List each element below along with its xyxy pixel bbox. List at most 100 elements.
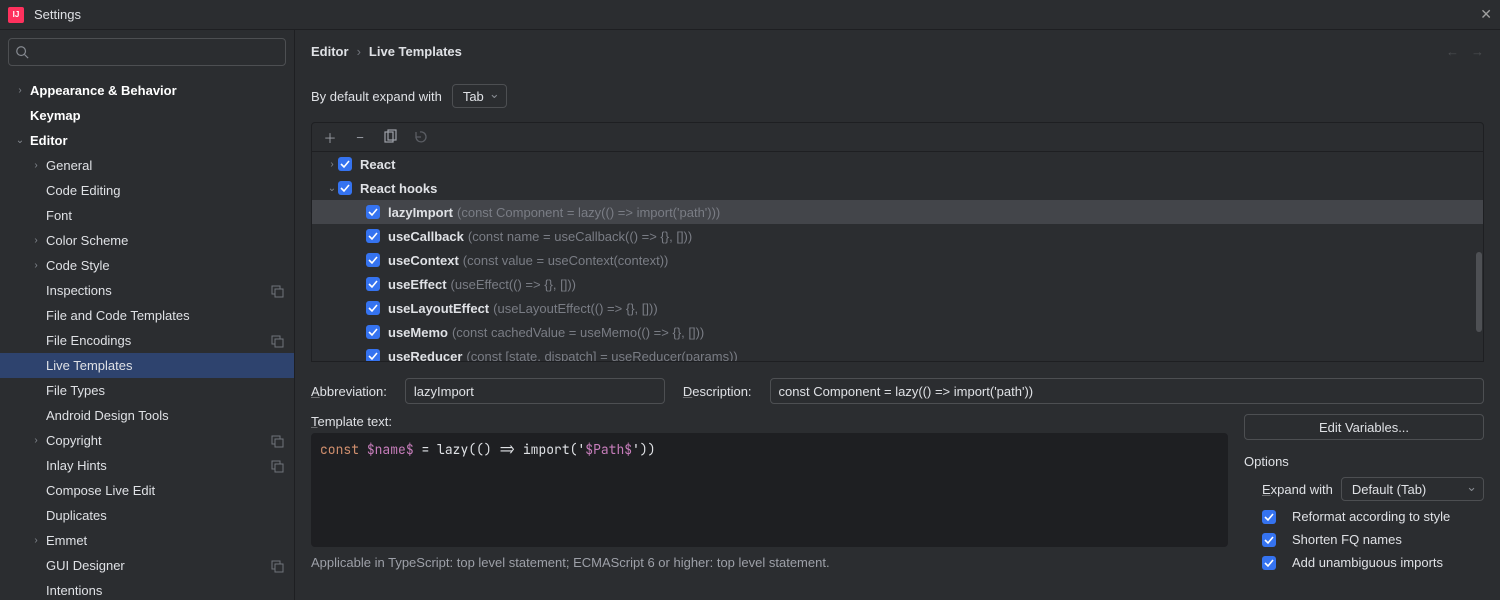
template-row-useeffect[interactable]: useEffect (useEffect(() => {}, []))	[312, 272, 1483, 296]
imports-label: Add unambiguous imports	[1292, 555, 1443, 570]
options-title: Options	[1244, 454, 1484, 469]
scrollbar[interactable]	[1475, 152, 1483, 361]
sidebar-item-intentions[interactable]: Intentions	[0, 578, 294, 600]
expand-with-select[interactable]: Tab	[452, 84, 507, 108]
sidebar-item-label: Compose Live Edit	[46, 483, 155, 498]
sidebar-item-appearance-behavior[interactable]: ›Appearance & Behavior	[0, 78, 294, 103]
chevron-icon: ›	[14, 85, 26, 96]
sidebar-item-inspections[interactable]: Inspections	[0, 278, 294, 303]
sidebar-item-code-editing[interactable]: Code Editing	[0, 178, 294, 203]
edit-variables-button[interactable]: Edit Variables...	[1244, 414, 1484, 440]
template-checkbox[interactable]	[366, 277, 380, 291]
description-label: Description:	[683, 384, 752, 399]
scope-icon	[270, 434, 284, 448]
template-name: useContext	[388, 253, 459, 268]
back-icon: ←	[1446, 44, 1459, 59]
description-input[interactable]	[770, 378, 1484, 404]
sidebar-item-file-and-code-templates[interactable]: File and Code Templates	[0, 303, 294, 328]
sidebar-item-label: File Types	[46, 383, 105, 398]
search-input[interactable]	[33, 45, 279, 60]
duplicate-icon[interactable]	[382, 129, 398, 145]
close-icon[interactable]: ✕	[1480, 6, 1492, 23]
chevron-icon: ›	[30, 260, 42, 271]
template-text-label: Template text:	[311, 414, 1228, 429]
template-checkbox[interactable]	[366, 325, 380, 339]
sidebar-item-label: File Encodings	[46, 333, 131, 348]
template-desc: (const Component = lazy(() => import('pa…	[457, 205, 720, 220]
template-checkbox[interactable]	[366, 229, 380, 243]
template-name: lazyImport	[388, 205, 453, 220]
template-name: useMemo	[388, 325, 448, 340]
breadcrumb-root[interactable]: Editor	[311, 44, 349, 59]
applicable-contexts: Applicable in TypeScript: top level stat…	[311, 555, 1228, 570]
search-input-wrap[interactable]	[8, 38, 286, 66]
sidebar-item-emmet[interactable]: ›Emmet	[0, 528, 294, 553]
template-row-uselayouteffect[interactable]: useLayoutEffect (useLayoutEffect(() => {…	[312, 296, 1483, 320]
template-text-area[interactable]: const $name$ = lazy(() => import('$Path$…	[311, 433, 1228, 547]
sidebar-item-label: Font	[46, 208, 72, 223]
sidebar-item-copyright[interactable]: ›Copyright	[0, 428, 294, 453]
template-desc: (const value = useContext(context))	[463, 253, 669, 268]
breadcrumb-leaf: Live Templates	[369, 44, 462, 59]
remove-icon[interactable]: −	[352, 129, 368, 145]
template-name: useReducer	[388, 349, 462, 363]
app-icon	[8, 7, 24, 23]
sidebar-item-label: Android Design Tools	[46, 408, 169, 423]
template-checkbox[interactable]	[366, 349, 380, 362]
scope-icon	[270, 559, 284, 573]
sidebar-item-android-design-tools[interactable]: Android Design Tools	[0, 403, 294, 428]
sidebar-item-color-scheme[interactable]: ›Color Scheme	[0, 228, 294, 253]
sidebar-item-file-types[interactable]: File Types	[0, 378, 294, 403]
template-desc: (const name = useCallback(() => {}, []))	[468, 229, 692, 244]
sidebar-item-label: Inlay Hints	[46, 458, 107, 473]
sidebar-item-live-templates[interactable]: Live Templates	[0, 353, 294, 378]
template-list: ›React ⌄ React hooks lazyImport (const Comp…	[311, 152, 1484, 362]
window-title: Settings	[34, 7, 81, 22]
sidebar-item-keymap[interactable]: Keymap	[0, 103, 294, 128]
shorten-checkbox[interactable]	[1262, 533, 1276, 547]
scope-icon	[270, 284, 284, 298]
sidebar-item-label: File and Code Templates	[46, 308, 190, 323]
sidebar-item-file-encodings[interactable]: File Encodings	[0, 328, 294, 353]
template-checkbox[interactable]	[338, 181, 352, 195]
template-row-react[interactable]: ›React	[312, 152, 1483, 176]
template-row-lazyimport[interactable]: lazyImport (const Component = lazy(() =>…	[312, 200, 1483, 224]
chevron-right-icon: ›	[357, 44, 361, 59]
sidebar-item-duplicates[interactable]: Duplicates	[0, 503, 294, 528]
add-icon[interactable]: ＋	[322, 129, 338, 145]
abbreviation-input[interactable]	[405, 378, 665, 404]
template-checkbox[interactable]	[366, 253, 380, 267]
template-name: useCallback	[388, 229, 464, 244]
sidebar-item-general[interactable]: › General	[0, 153, 294, 178]
template-name: useEffect	[388, 277, 447, 292]
template-name: React hooks	[360, 181, 437, 196]
shorten-label: Shorten FQ names	[1292, 532, 1402, 547]
template-row-react-hooks[interactable]: ⌄ React hooks	[312, 176, 1483, 200]
template-row-usereducer[interactable]: useReducer (const [state, dispatch] = us…	[312, 344, 1483, 362]
template-desc: (useLayoutEffect(() => {}, []))	[493, 301, 658, 316]
imports-checkbox[interactable]	[1262, 556, 1276, 570]
reformat-checkbox[interactable]	[1262, 510, 1276, 524]
sidebar-item-editor[interactable]: ⌄Editor	[0, 128, 294, 153]
template-row-usecallback[interactable]: useCallback (const name = useCallback(()…	[312, 224, 1483, 248]
sidebar-item-label: General	[46, 158, 92, 173]
options-expand-select[interactable]: Default (Tab)	[1341, 477, 1484, 501]
sidebar-item-code-style[interactable]: ›Code Style	[0, 253, 294, 278]
sidebar-item-label: Emmet	[46, 533, 87, 548]
template-checkbox[interactable]	[366, 205, 380, 219]
template-row-usecontext[interactable]: useContext (const value = useContext(con…	[312, 248, 1483, 272]
template-checkbox[interactable]	[338, 157, 352, 171]
template-row-usememo[interactable]: useMemo (const cachedValue = useMemo(() …	[312, 320, 1483, 344]
sidebar-item-font[interactable]: Font	[0, 203, 294, 228]
chevron-icon: ⌄	[326, 183, 338, 194]
sidebar-item-inlay-hints[interactable]: Inlay Hints	[0, 453, 294, 478]
sidebar-item-compose-live-edit[interactable]: Compose Live Edit	[0, 478, 294, 503]
sidebar-item-label: Duplicates	[46, 508, 107, 523]
chevron-icon: ›	[30, 160, 42, 171]
template-name: React	[360, 157, 395, 172]
template-checkbox[interactable]	[366, 301, 380, 315]
sidebar-item-gui-designer[interactable]: GUI Designer	[0, 553, 294, 578]
sidebar-item-label: Inspections	[46, 283, 112, 298]
sidebar-item-label: Copyright	[46, 433, 102, 448]
sidebar-item-label: Code Editing	[46, 183, 120, 198]
